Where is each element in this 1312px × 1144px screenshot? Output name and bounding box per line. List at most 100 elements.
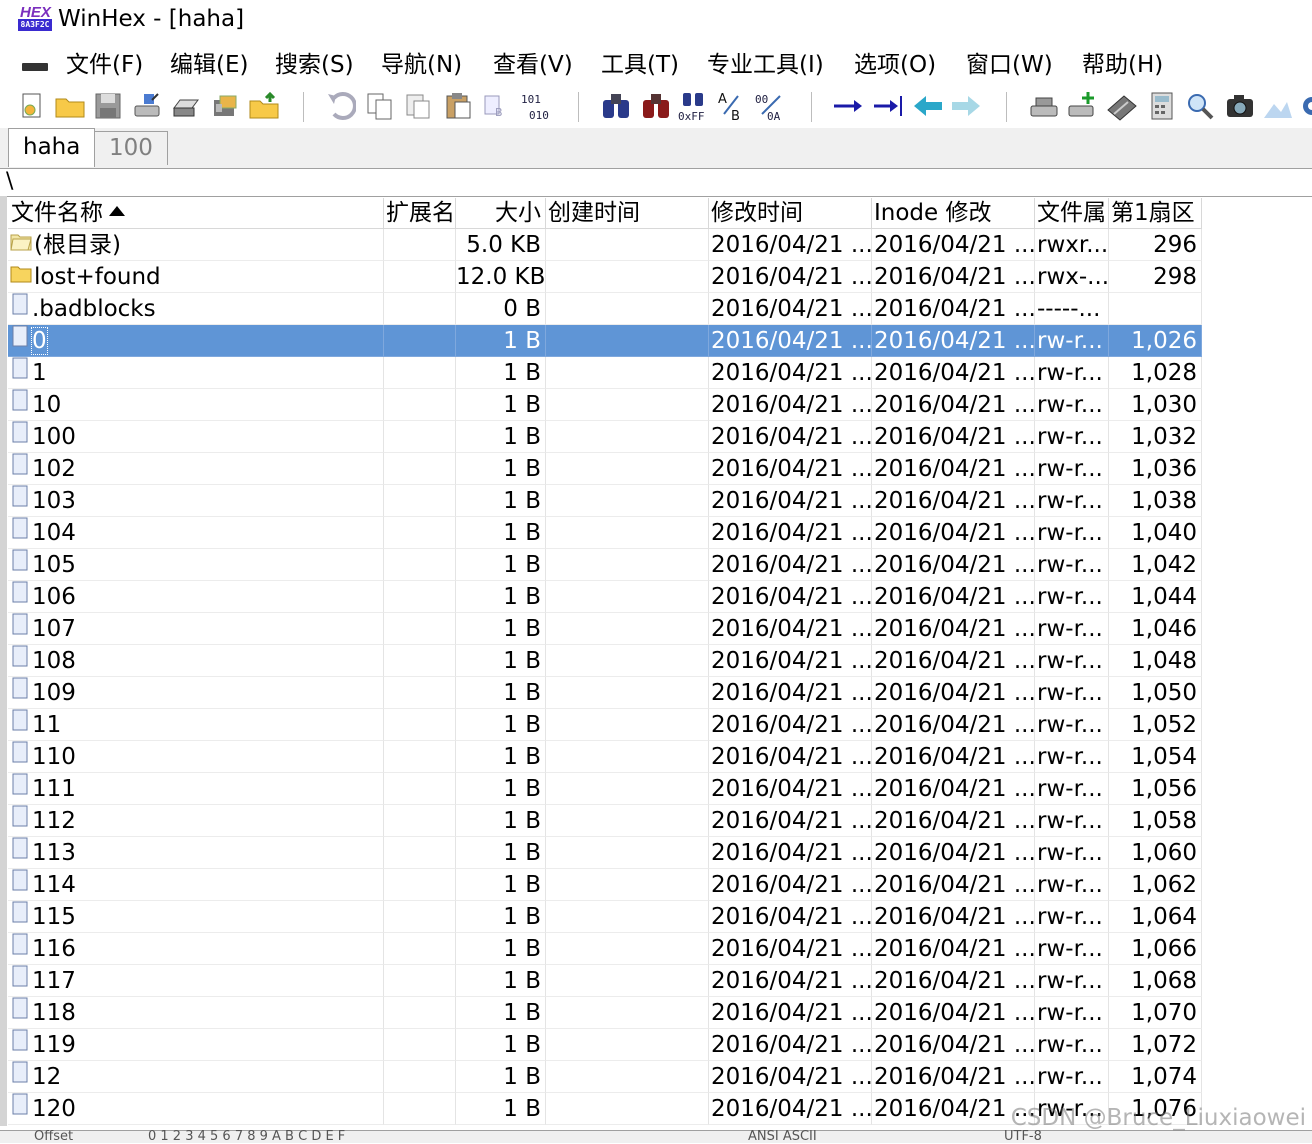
undo-icon[interactable]: [324, 90, 356, 122]
cell-size: 1 B: [456, 709, 546, 741]
menu-navigation[interactable]: 导航(N): [381, 50, 462, 80]
add-disk-icon[interactable]: [1066, 90, 1098, 122]
forward-icon[interactable]: [950, 90, 982, 122]
cell-name: 107: [8, 613, 384, 645]
column-header-first-sector[interactable]: 第1扇区: [1109, 198, 1202, 228]
menu-edit[interactable]: 编辑(E): [170, 50, 248, 80]
file-row[interactable]: 106 1 B 2016/04/21 ... 2016/04/21 ... rw-r..…: [8, 581, 1202, 613]
menu-specialist-tools[interactable]: 专业工具(I): [707, 50, 824, 80]
printer-icon[interactable]: [170, 90, 202, 122]
file-row[interactable]: 104 1 B 2016/04/21 ... 2016/04/21 ... rw-r..…: [8, 517, 1202, 549]
tab-haha[interactable]: haha: [8, 128, 96, 167]
file-row[interactable]: 116 1 B 2016/04/21 ... 2016/04/21 ... rw-r..…: [8, 933, 1202, 965]
file-icon: [10, 421, 30, 452]
menu-window[interactable]: 窗口(W): [966, 50, 1053, 80]
system-menu-icon[interactable]: [22, 63, 48, 71]
cell-name: 108: [8, 645, 384, 677]
cell-ext: [384, 517, 456, 549]
chart-icon[interactable]: [1262, 90, 1294, 122]
file-row[interactable]: 105 1 B 2016/04/21 ... 2016/04/21 ... rw-r..…: [8, 549, 1202, 581]
file-row[interactable]: 110 1 B 2016/04/21 ... 2016/04/21 ... rw-r..…: [8, 741, 1202, 773]
file-name: 11: [32, 712, 62, 738]
cell-ext: [384, 965, 456, 997]
replace-text-icon[interactable]: AB: [716, 90, 748, 122]
file-icon: [10, 965, 30, 996]
cell-size: 1 B: [456, 869, 546, 901]
clipboard-icon[interactable]: [442, 90, 474, 122]
replace-hex-icon[interactable]: 000A: [754, 90, 786, 122]
menu-options[interactable]: 选项(O): [854, 50, 936, 80]
zoom-icon[interactable]: [1184, 90, 1216, 122]
binary-icon[interactable]: 101010: [520, 90, 552, 122]
file-icon: [10, 389, 30, 420]
cell-name: 120: [8, 1093, 384, 1125]
file-row[interactable]: 119 1 B 2016/04/21 ... 2016/04/21 ... rw-r..…: [8, 1029, 1202, 1061]
file-row[interactable]: 112 1 B 2016/04/21 ... 2016/04/21 ... rw-r..…: [8, 805, 1202, 837]
file-row[interactable]: lost+found 12.0 KB 2016/04/21 ... 2016/04/2…: [8, 261, 1202, 293]
properties-icon[interactable]: [210, 90, 242, 122]
file-row[interactable]: 107 1 B 2016/04/21 ... 2016/04/21 ... rw-r..…: [8, 613, 1202, 645]
tab-strip: [0, 128, 1312, 169]
open-disk-icon[interactable]: [1028, 90, 1060, 122]
cell-size: 1 B: [456, 453, 546, 485]
find-text-icon[interactable]: [640, 90, 672, 122]
file-row[interactable]: 11 B 2016/04/21 ... 2016/04/21 ... rw-r... 1…: [8, 357, 1202, 389]
drive-icon[interactable]: [132, 90, 164, 122]
menu-file[interactable]: 文件(F): [66, 50, 143, 80]
paste-icon[interactable]: [402, 90, 434, 122]
cell-attributes: rw-r...: [1035, 677, 1109, 709]
cell-modified: 2016/04/21 ...: [709, 581, 872, 613]
menu-tools[interactable]: 工具(T): [601, 50, 679, 80]
cell-inode: 2016/04/21 ...: [872, 1061, 1035, 1093]
file-row[interactable]: (根目录) 5.0 KB 2016/04/21 ... 2016/04/21 ... r…: [8, 229, 1202, 261]
column-header-name[interactable]: 文件名称: [8, 198, 384, 228]
goto-offset-icon[interactable]: [832, 90, 864, 122]
up-folder-icon[interactable]: [248, 90, 280, 122]
file-row[interactable]: 100 1 B 2016/04/21 ... 2016/04/21 ... rw-r..…: [8, 421, 1202, 453]
file-row[interactable]: 12 1 B 2016/04/21 ... 2016/04/21 ... rw-r...…: [8, 1061, 1202, 1093]
winhex-logo-icon: HEX 8A3F2C: [18, 4, 52, 32]
tab-100[interactable]: 100: [94, 131, 168, 165]
file-row[interactable]: 103 1 B 2016/04/21 ... 2016/04/21 ... rw-r..…: [8, 485, 1202, 517]
file-row[interactable]: .badblocks 0 B 2016/04/21 ... 2016/04/21 ..…: [8, 293, 1202, 325]
column-header-created[interactable]: 创建时间: [546, 198, 709, 228]
open-folder-icon[interactable]: [54, 90, 86, 122]
menu-view[interactable]: 查看(V): [493, 50, 573, 80]
column-header-inode[interactable]: Inode 修改: [872, 198, 1035, 228]
cell-created: [546, 677, 709, 709]
file-row[interactable]: 102 1 B 2016/04/21 ... 2016/04/21 ... rw-r..…: [8, 453, 1202, 485]
file-row[interactable]: 115 1 B 2016/04/21 ... 2016/04/21 ... rw-r..…: [8, 901, 1202, 933]
file-row[interactable]: 109 1 B 2016/04/21 ... 2016/04/21 ... rw-r..…: [8, 677, 1202, 709]
find-hex-icon[interactable]: 0xFF: [678, 90, 710, 122]
save-icon[interactable]: [92, 90, 124, 122]
file-row[interactable]: 118 1 B 2016/04/21 ... 2016/04/21 ... rw-r..…: [8, 997, 1202, 1029]
copy-hex-icon[interactable]: B: [481, 90, 513, 122]
file-row[interactable]: 113 1 B 2016/04/21 ... 2016/04/21 ... rw-r..…: [8, 837, 1202, 869]
file-row[interactable]: 10 1 B 2016/04/21 ... 2016/04/21 ... rw-r...…: [8, 389, 1202, 421]
column-header-ext[interactable]: 扩展名: [384, 198, 456, 228]
cell-name: 0: [8, 325, 384, 357]
column-header-attributes[interactable]: 文件属: [1035, 198, 1109, 228]
new-file-icon[interactable]: [16, 90, 48, 122]
file-row[interactable]: 01 B 2016/04/21 ... 2016/04/21 ... rw-r... 1…: [8, 325, 1202, 357]
gear-icon[interactable]: [1296, 90, 1312, 122]
file-row[interactable]: 111 1 B 2016/04/21 ... 2016/04/21 ... rw-r..…: [8, 773, 1202, 805]
menu-search[interactable]: 搜索(S): [275, 50, 354, 80]
menu-help[interactable]: 帮助(H): [1082, 50, 1163, 80]
camera-icon[interactable]: [1224, 90, 1256, 122]
file-row[interactable]: 11 1 B 2016/04/21 ... 2016/04/21 ... rw-r...…: [8, 709, 1202, 741]
goto-end-icon[interactable]: [872, 90, 904, 122]
copy-icon[interactable]: [364, 90, 396, 122]
ram-icon[interactable]: [1106, 90, 1138, 122]
cell-inode: 2016/04/21 ...: [872, 261, 1035, 293]
back-icon[interactable]: [912, 90, 944, 122]
file-icon: [10, 485, 30, 516]
file-row[interactable]: 114 1 B 2016/04/21 ... 2016/04/21 ... rw-r..…: [8, 869, 1202, 901]
file-row[interactable]: 108 1 B 2016/04/21 ... 2016/04/21 ... rw-r..…: [8, 645, 1202, 677]
cell-attributes: rw-r...: [1035, 933, 1109, 965]
column-header-size[interactable]: 大小: [456, 198, 546, 228]
file-row[interactable]: 117 1 B 2016/04/21 ... 2016/04/21 ... rw-r..…: [8, 965, 1202, 997]
calculator-icon[interactable]: [1146, 90, 1178, 122]
column-header-modified[interactable]: 修改时间: [709, 198, 872, 228]
find-icon[interactable]: [600, 90, 632, 122]
